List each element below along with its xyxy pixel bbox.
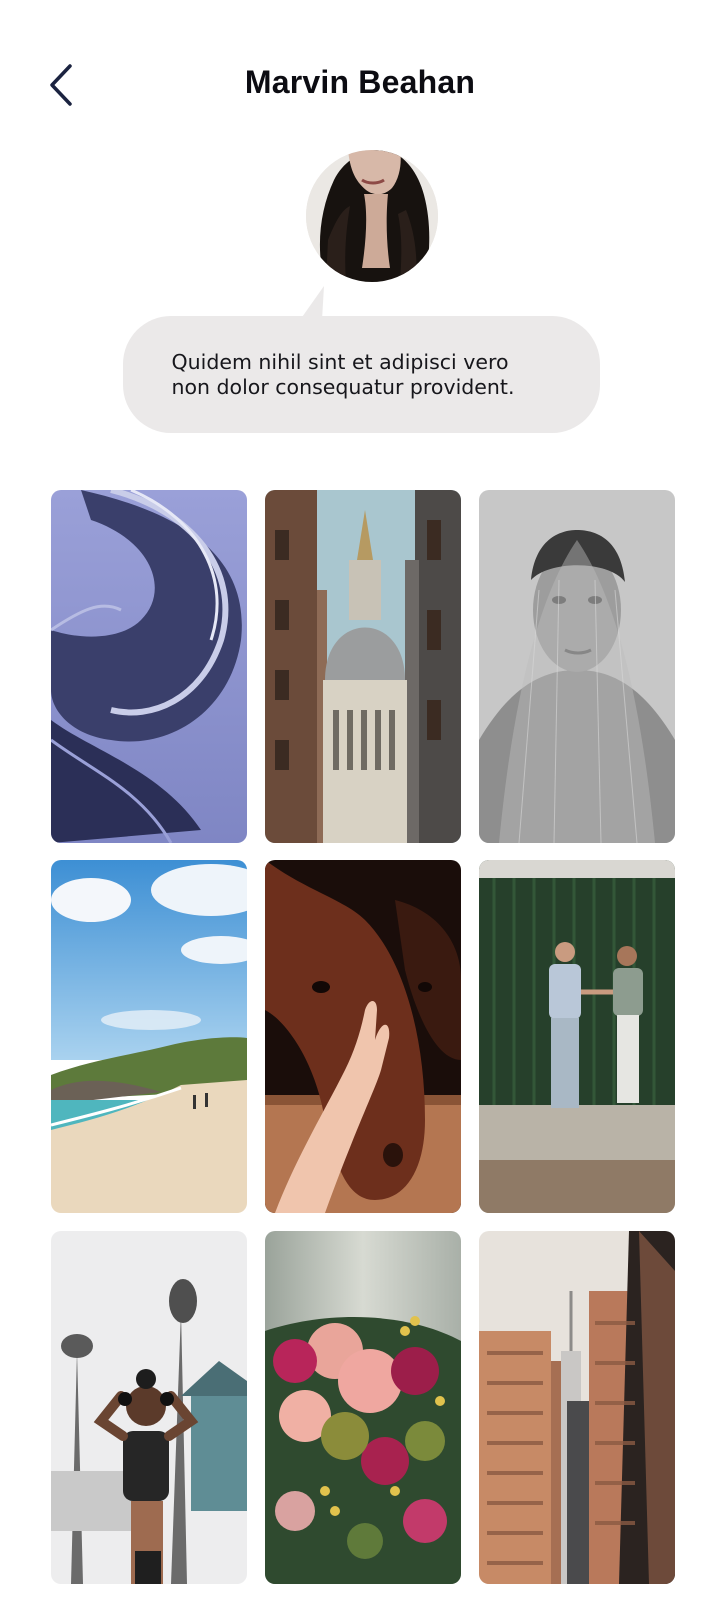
photo-city-skyscrapers[interactable]: [479, 1231, 675, 1584]
bio-bubble: Quidem nihil sint et adipisci vero non d…: [123, 316, 600, 433]
avatar: [306, 150, 438, 282]
photo-beach-coastline[interactable]: [51, 860, 247, 1213]
photo-woman-with-headphones[interactable]: [51, 1231, 247, 1584]
bio-text: Quidem nihil sint et adipisci vero non d…: [171, 349, 515, 399]
photo-veiled-man-portrait[interactable]: [479, 490, 675, 843]
photo-cathedral-dome[interactable]: [265, 490, 461, 843]
page-title: Marvin Beahan: [244, 64, 476, 100]
photo-flower-bouquet[interactable]: [265, 1231, 461, 1584]
photo-spiral-architecture[interactable]: [51, 490, 247, 843]
speech-bubble-tail: [300, 286, 324, 320]
top-bar: Marvin Beahan: [0, 0, 720, 170]
photo-couple-holding-hands[interactable]: [479, 860, 675, 1213]
photo-horse-and-hand[interactable]: [265, 860, 461, 1213]
